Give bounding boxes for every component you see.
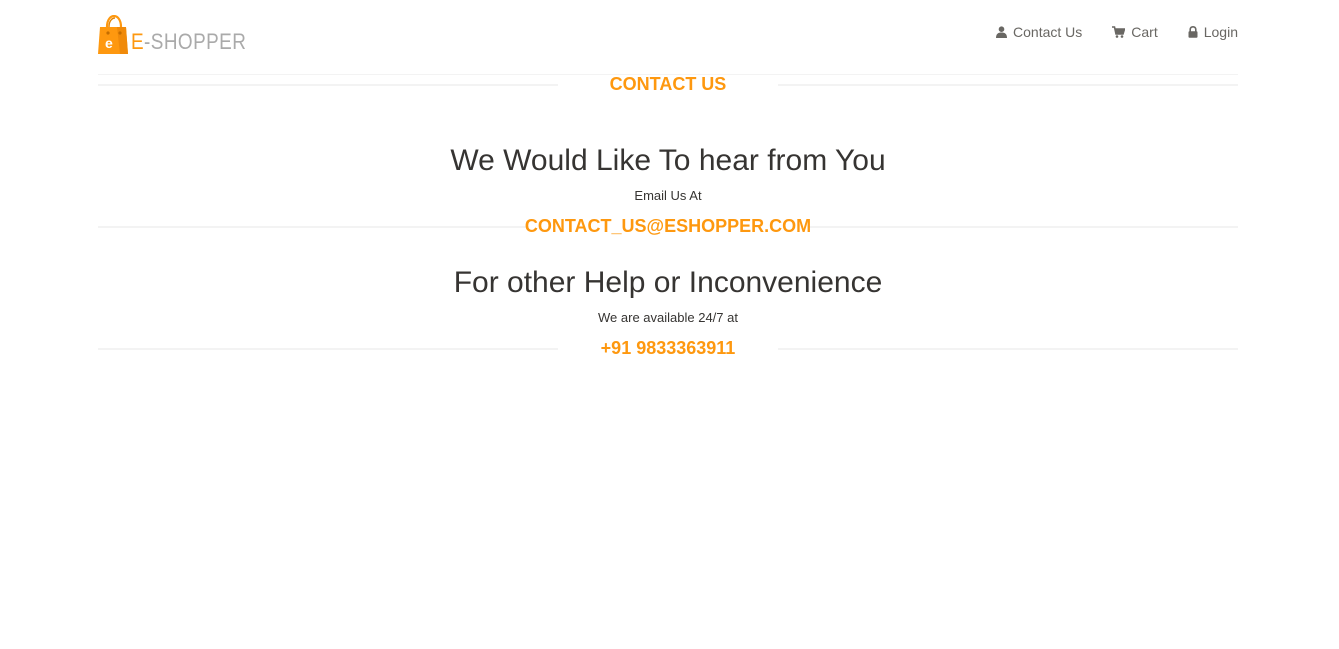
nav-item-login[interactable]: Login bbox=[1188, 24, 1238, 40]
brand-name-accent: E bbox=[131, 29, 145, 54]
email-link[interactable]: CONTACT_US@ESHOPPER.COM bbox=[98, 215, 1238, 237]
email-subtext: Email Us At bbox=[634, 188, 702, 203]
page: e E-SHOPPER Contact Us Cart Login CONTAC… bbox=[0, 0, 1339, 649]
section-title: CONTACT US bbox=[609, 74, 727, 94]
section-title-row: CONTACT US bbox=[98, 73, 1238, 97]
help-subtext: We are available 24/7 at bbox=[598, 310, 738, 325]
nav-item-cart[interactable]: Cart bbox=[1112, 24, 1158, 40]
shopping-cart-icon bbox=[1112, 26, 1126, 38]
nav-item-contact-us[interactable]: Contact Us bbox=[996, 24, 1082, 40]
site-header: e E-SHOPPER Contact Us Cart Login bbox=[98, 0, 1238, 75]
shopping-bag-icon: e bbox=[98, 15, 128, 54]
email-row: CONTACT_US@ESHOPPER.COM bbox=[98, 215, 1238, 239]
nav-item-label: Cart bbox=[1131, 24, 1158, 40]
phone-link[interactable]: +91 9833363911 bbox=[98, 337, 1238, 359]
help-heading: For other Help or Inconvenience bbox=[453, 266, 883, 299]
nav-item-label: Contact Us bbox=[1013, 24, 1083, 40]
top-nav: Contact Us Cart Login bbox=[966, 24, 1238, 40]
brand-name-rest: -SHOPPER bbox=[144, 29, 247, 54]
nav-item-label: Login bbox=[1203, 24, 1238, 40]
svg-text:e: e bbox=[105, 35, 113, 51]
brand-logo[interactable]: e E-SHOPPER bbox=[98, 15, 265, 55]
brand-name: E-SHOPPER bbox=[131, 29, 246, 55]
user-icon bbox=[996, 26, 1008, 38]
email-heading: We Would Like To hear from You bbox=[450, 144, 886, 177]
lock-icon bbox=[1188, 26, 1198, 38]
phone-row: +91 9833363911 bbox=[98, 337, 1238, 361]
